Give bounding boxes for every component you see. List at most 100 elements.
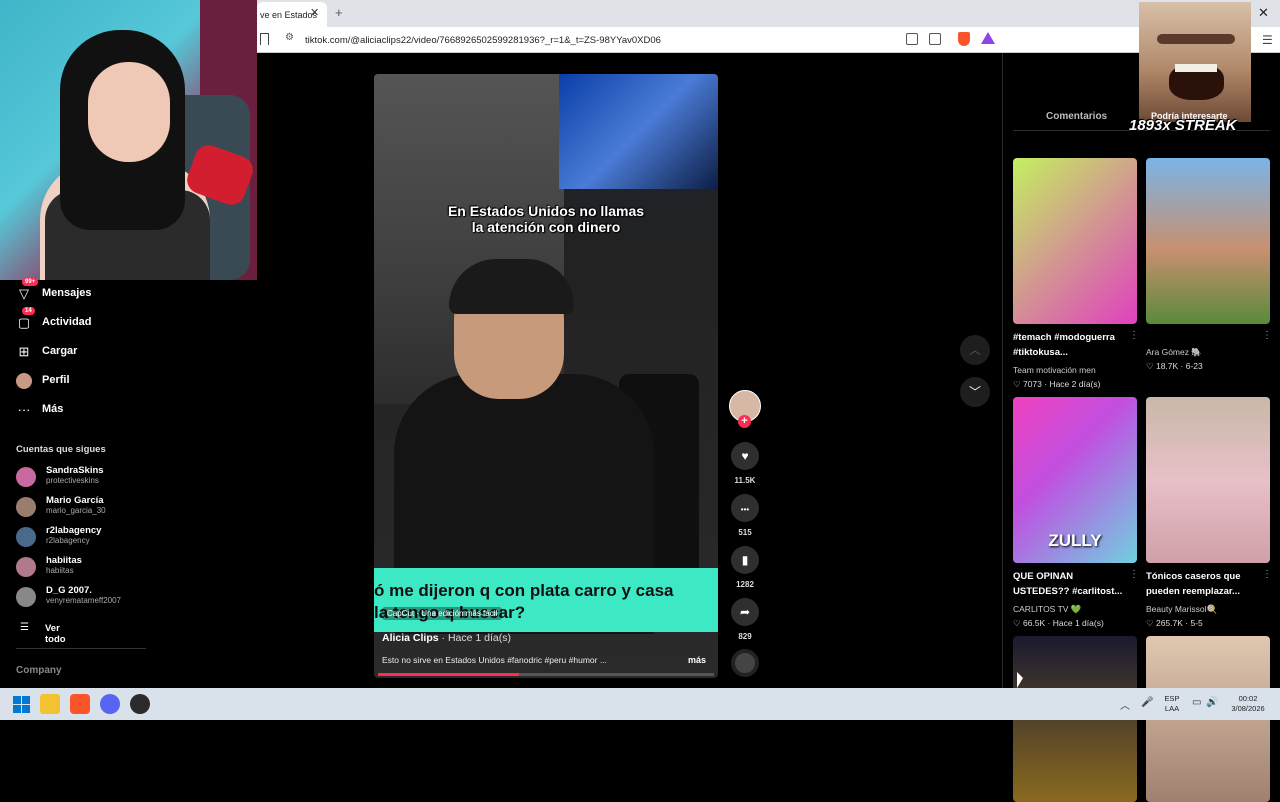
tab-title: ve en Estados: [260, 10, 318, 20]
discord-icon[interactable]: [100, 694, 120, 714]
card-author[interactable]: CARLITOS TV 💚: [1013, 604, 1081, 615]
webcam-overlay: [0, 0, 257, 280]
clock[interactable]: 00:02 3/08/2026: [1224, 694, 1272, 714]
follow-plus-icon[interactable]: +: [738, 415, 751, 428]
comment-button[interactable]: •••: [731, 494, 759, 522]
share-icon: ➦: [739, 605, 751, 619]
capcut-badge[interactable]: CapCut · Una edición más fácil: [382, 607, 503, 620]
browser-tab-bar: [257, 0, 1280, 27]
next-video-button[interactable]: ﹀: [960, 377, 990, 407]
share-button[interactable]: ➦: [731, 598, 759, 626]
window-close-button[interactable]: ✕: [1258, 5, 1269, 21]
obs-icon[interactable]: [130, 694, 150, 714]
webcam-person-face: [88, 62, 170, 162]
meme-brow: [1157, 34, 1235, 44]
sidebar-item-label: Cargar: [42, 345, 78, 357]
heart-icon: ♥: [741, 449, 749, 463]
video-thumbnail[interactable]: [1146, 397, 1270, 563]
more-options-icon[interactable]: ⋮: [1262, 569, 1272, 580]
see-all-label: Ver todo: [45, 623, 66, 645]
network-icon[interactable]: ▭: [1192, 697, 1201, 708]
site-settings-icon[interactable]: ⚙: [285, 32, 294, 43]
description-more-button[interactable]: más: [688, 655, 706, 665]
account-handle: r2labagency: [46, 536, 90, 545]
sidebar-divider: [16, 648, 146, 649]
cast-icon[interactable]: [929, 33, 941, 45]
microphone-icon[interactable]: 🎤: [1141, 697, 1153, 708]
account-name: r2labagency: [46, 525, 102, 536]
avatar-icon: ●: [16, 373, 32, 389]
translate-icon[interactable]: [906, 33, 918, 45]
language-indicator[interactable]: ESP LAA: [1160, 694, 1184, 714]
language-code: ESP: [1164, 694, 1180, 703]
comment-icon: •••: [740, 505, 750, 514]
following-heading: Cuentas que sigues: [16, 444, 106, 455]
card-author[interactable]: Ara Gómez 🐘: [1146, 347, 1202, 358]
video-thumbnail[interactable]: [1013, 158, 1137, 324]
file-explorer-icon[interactable]: [40, 694, 60, 714]
video-banner-line-1: ó me dijeron q con plata carro y casa: [374, 581, 674, 600]
video-player[interactable]: En Estados Unidos no llamas la atención …: [374, 74, 718, 678]
url-field[interactable]: tiktok.com/@aliciaclips22/video/76689265…: [305, 35, 661, 46]
video-author-name: Alicia Clips: [382, 632, 439, 644]
sidebar-item-3[interactable]: ● Perfil: [14, 371, 144, 393]
company-link[interactable]: Company: [16, 665, 62, 676]
clock-date: 3/08/2026: [1231, 704, 1265, 713]
sound-disc-icon[interactable]: [731, 649, 759, 677]
video-caption-line-1: En Estados Unidos no llamas: [447, 203, 645, 219]
following-account[interactable]: SandraSkins protectiveskins: [16, 465, 146, 491]
chevron-down-icon: ﹀: [968, 385, 981, 399]
sidebar-item-4[interactable]: ··· Más: [14, 400, 144, 422]
sidebar-item-2[interactable]: ⊞ Cargar: [14, 342, 144, 364]
sidebar-item-label: Perfil: [42, 374, 70, 386]
account-handle: mario_garcia_30: [46, 506, 106, 515]
sidebar-item-0[interactable]: ▽ 99+ Mensajes: [14, 278, 144, 306]
account-handle: venyrematameff2007: [46, 596, 122, 605]
account-name: SandraSkins: [46, 465, 104, 476]
browser-menu-icon[interactable]: ☰: [1262, 33, 1273, 47]
following-account[interactable]: D_G 2007. venyrematameff2007: [16, 585, 146, 611]
tab-comments[interactable]: Comentarios: [1046, 111, 1107, 122]
card-title[interactable]: QUE OPINAN USTEDES?? #carlitost...: [1013, 569, 1125, 599]
video-thumbnail[interactable]: [1146, 158, 1270, 324]
card-author[interactable]: Team motivación men: [1013, 365, 1096, 375]
like-button[interactable]: ♥: [731, 442, 759, 470]
account-handle: protectiveskins: [46, 476, 99, 485]
avatar: [16, 587, 36, 607]
brave-browser-icon[interactable]: [70, 694, 90, 714]
more-options-icon[interactable]: ⋮: [1262, 330, 1272, 341]
previous-video-button[interactable]: ︿: [960, 335, 990, 365]
video-time: · Hace 1 día(s): [438, 632, 511, 644]
following-account[interactable]: r2labagency r2labagency: [16, 525, 146, 551]
more-options-icon[interactable]: ⋮: [1129, 330, 1139, 341]
tab-close-icon[interactable]: ✕: [310, 6, 319, 19]
bookmark-icon[interactable]: [260, 33, 269, 45]
panel-divider: [1002, 53, 1003, 688]
avatar: [16, 527, 36, 547]
account-name: Mario García: [46, 495, 104, 506]
meme-teeth: [1175, 64, 1217, 72]
taskbar: [0, 688, 1280, 720]
rewards-icon[interactable]: [981, 32, 995, 44]
account-name: habiitas: [46, 555, 82, 566]
new-tab-button[interactable]: +: [335, 5, 343, 20]
windows-start-icon[interactable]: [13, 696, 30, 713]
sidebar-item-1[interactable]: ▢ 14 Actividad: [14, 307, 144, 335]
streak-counter: 1893x STREAK: [1129, 117, 1237, 134]
card-title[interactable]: #temach #modoguerra #tiktokusa...: [1013, 330, 1125, 360]
avatar: [16, 557, 36, 577]
card-author[interactable]: Beauty Marissol🍭: [1146, 604, 1217, 615]
more-icon: ···: [17, 402, 31, 417]
brave-shield-icon[interactable]: [958, 32, 970, 46]
card-meta: ♡ 265.7K · 5-5: [1146, 618, 1203, 628]
following-account[interactable]: habiitas habiitas: [16, 555, 146, 581]
tray-overflow-icon[interactable]: ︿: [1120, 697, 1130, 712]
volume-icon[interactable]: 🔊: [1206, 697, 1218, 708]
video-author[interactable]: Alicia Clips · Hace 1 día(s): [382, 632, 511, 644]
more-options-icon[interactable]: ⋮: [1129, 569, 1139, 580]
paper-plane-icon: ▽: [19, 286, 29, 301]
save-button[interactable]: ▮: [731, 546, 759, 574]
following-account[interactable]: Mario García mario_garcia_30: [16, 495, 146, 521]
card-title[interactable]: Tónicos caseros que pueden reemplazar...: [1146, 569, 1258, 599]
plus-box-icon: ⊞: [18, 344, 30, 359]
